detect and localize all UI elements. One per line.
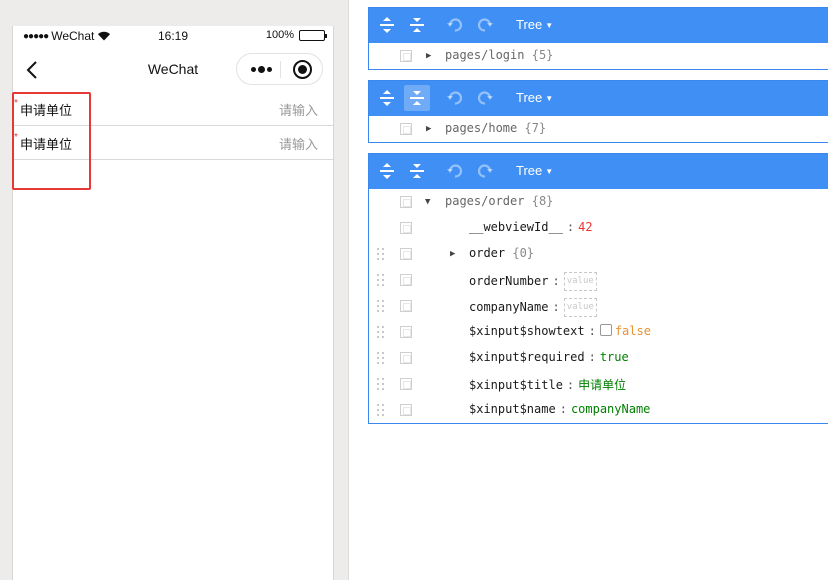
undo-icon[interactable] [442,158,468,184]
context-menu-icon[interactable] [400,378,412,390]
tree-row: $xinput$required: true [369,345,828,371]
battery-percent: 100% [265,29,294,41]
field-key[interactable]: $xinput$title [469,378,563,392]
expand-all-icon[interactable] [374,12,400,38]
more-icon[interactable] [247,62,275,76]
field-key[interactable]: orderNumber [469,274,548,288]
field-key[interactable]: __webviewId__ [469,220,563,234]
drag-handle-icon[interactable] [377,326,385,338]
collapse-all-icon[interactable] [404,85,430,111]
field-key[interactable]: companyName [469,300,548,314]
expand-arrow-icon[interactable]: ▶ [426,123,436,135]
mode-dropdown[interactable]: Tree ▼ [516,163,553,178]
field-value[interactable]: 42 [578,220,592,234]
field-key[interactable]: $xinput$name [469,402,556,416]
root-count: {8} [531,194,554,208]
close-miniprogram-icon[interactable] [293,60,312,79]
redo-icon[interactable] [472,12,498,38]
drag-handle-icon[interactable] [377,378,385,390]
expand-all-icon[interactable] [374,158,400,184]
pane-divider[interactable] [348,0,349,580]
company-input[interactable]: 请输入 [168,100,318,119]
panel-menu: Tree ▼ [369,154,828,189]
context-menu-icon[interactable] [400,274,412,286]
field-value[interactable]: true [600,350,629,364]
redo-icon[interactable] [472,85,498,111]
collapse-all-icon[interactable] [404,158,430,184]
tree-row: ▶ order {0} [369,241,828,267]
json-panel-login: Tree ▼ ▶ pages/login {5} [368,7,828,70]
drag-handle-icon[interactable] [377,300,385,312]
undo-icon[interactable] [442,12,468,38]
boolean-checkbox-icon[interactable] [599,324,612,336]
company-input-2[interactable]: 请输入 [168,134,318,153]
tree-row: companyName: value [369,293,828,319]
context-menu-icon[interactable] [400,300,412,312]
panel-menu: Tree ▼ [369,81,828,116]
context-menu-icon[interactable] [400,248,412,260]
drag-handle-icon[interactable] [377,352,385,364]
redo-icon[interactable] [472,158,498,184]
menu-capsule [236,53,323,85]
context-menu-icon[interactable] [400,50,412,62]
empty-value-field[interactable]: value [563,298,597,317]
root-key[interactable]: pages/order [445,194,524,208]
field-key[interactable]: $xinput$showtext [469,324,585,338]
root-count: {5} [531,48,554,62]
drag-handle-icon[interactable] [377,404,385,416]
field-key[interactable]: $xinput$required [469,350,585,364]
field-count: {0} [512,246,535,260]
mode-dropdown[interactable]: Tree ▼ [516,90,553,105]
tree-body: ▶ pages/login {5} [369,43,828,69]
undo-icon[interactable] [442,85,468,111]
tree-row: orderNumber: value [369,267,828,293]
field-value[interactable]: 申请单位 [578,378,626,392]
context-menu-icon[interactable] [400,404,412,416]
context-menu-icon[interactable] [400,352,412,364]
tree-row: $xinput$name: companyName [369,397,828,423]
tree-row-root: ▶ pages/home {7} [369,116,828,142]
tree-row-root: ▶ pages/login {5} [369,43,828,69]
context-menu-icon[interactable] [400,123,412,135]
root-count: {7} [524,121,547,135]
panel-menu: Tree ▼ [369,8,828,43]
context-menu-icon[interactable] [400,326,412,338]
root-key[interactable]: pages/login [445,48,524,62]
tree-row: __webviewId__:42 [369,215,828,241]
json-panel-home: Tree ▼ ▶ pages/home {7} [368,80,828,143]
tree-row-root: ▼ pages/order {8} [369,189,828,215]
capsule-divider [280,61,281,78]
tree-row: $xinput$title: 申请单位 [369,371,828,397]
nav-bar: WeChat [13,48,333,92]
field-value[interactable]: companyName [571,402,650,416]
context-menu-icon[interactable] [400,222,412,234]
tree-row: $xinput$showtext: false [369,319,828,345]
field-key[interactable]: order [469,246,505,260]
json-panel-order: Tree ▼ ▼ pages/order {8} __webviewId__:42… [368,153,828,424]
drag-handle-icon[interactable] [377,248,385,260]
tree-body: ▼ pages/order {8} __webviewId__:42 ▶ ord… [369,189,828,423]
status-bar: ●●●●● WeChat 16:19 100% [13,26,333,48]
highlight-annotation-box [12,92,91,190]
field-value[interactable]: false [615,324,651,338]
expand-arrow-icon[interactable]: ▶ [426,50,436,62]
collapse-arrow-icon[interactable]: ▼ [425,196,435,208]
expand-all-icon[interactable] [374,85,400,111]
tree-body: ▶ pages/home {7} [369,116,828,142]
empty-value-field[interactable]: value [563,272,597,291]
battery-icon [299,29,327,41]
mode-dropdown[interactable]: Tree ▼ [516,17,553,32]
drag-handle-icon[interactable] [377,274,385,286]
context-menu-icon[interactable] [400,196,412,208]
expand-arrow-icon[interactable]: ▶ [450,248,460,260]
root-key[interactable]: pages/home [445,121,517,135]
collapse-all-icon[interactable] [404,12,430,38]
